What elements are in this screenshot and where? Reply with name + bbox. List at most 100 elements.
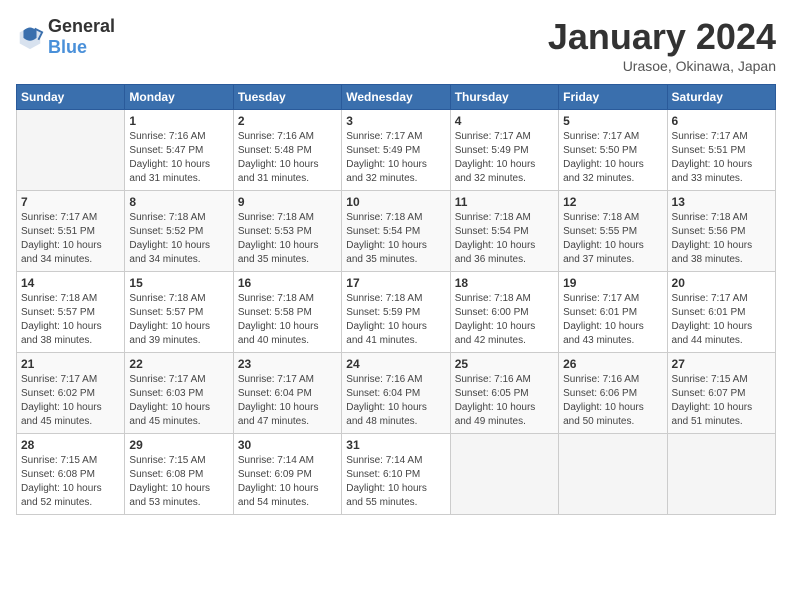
day-number: 27 xyxy=(672,357,771,371)
calendar-cell: 21 Sunrise: 7:17 AM Sunset: 6:02 PM Dayli… xyxy=(17,353,125,434)
day-number: 13 xyxy=(672,195,771,209)
day-number: 10 xyxy=(346,195,445,209)
day-info: Sunrise: 7:16 AM Sunset: 6:05 PM Dayligh… xyxy=(455,373,554,429)
title-block: January 2024 Urasoe, Okinawa, Japan xyxy=(548,16,776,74)
calendar-cell: 16 Sunrise: 7:18 AM Sunset: 5:58 PM Dayli… xyxy=(233,272,341,353)
calendar-cell: 20Sunrise: 7:17 AM Sunset: 6:01 PM Dayli… xyxy=(667,272,775,353)
calendar-cell: 5Sunrise: 7:17 AM Sunset: 5:50 PM Daylig… xyxy=(559,110,667,191)
week-row-1: 1 Sunrise: 7:16 AM Sunset: 5:47 PM Daylig… xyxy=(17,110,776,191)
calendar-cell: 29 Sunrise: 7:15 AM Sunset: 6:08 PM Dayli… xyxy=(125,434,233,515)
day-info: Sunrise: 7:17 AM Sunset: 5:49 PM Dayligh… xyxy=(346,130,445,186)
calendar-cell: 18Sunrise: 7:18 AM Sunset: 6:00 PM Dayli… xyxy=(450,272,558,353)
calendar-cell xyxy=(559,434,667,515)
logo-text: General Blue xyxy=(48,16,115,58)
day-number: 19 xyxy=(563,276,662,290)
week-row-3: 14Sunrise: 7:18 AM Sunset: 5:57 PM Dayli… xyxy=(17,272,776,353)
day-info: Sunrise: 7:16 AM Sunset: 5:48 PM Dayligh… xyxy=(238,130,337,186)
calendar-header: SundayMondayTuesdayWednesdayThursdayFrid… xyxy=(17,85,776,110)
day-number: 20 xyxy=(672,276,771,290)
day-info: Sunrise: 7:15 AM Sunset: 6:08 PM Dayligh… xyxy=(129,454,228,510)
day-info: Sunrise: 7:14 AM Sunset: 6:10 PM Dayligh… xyxy=(346,454,445,510)
day-info: Sunrise: 7:18 AM Sunset: 5:56 PM Dayligh… xyxy=(672,211,771,267)
calendar-cell: 9Sunrise: 7:18 AM Sunset: 5:53 PM Daylig… xyxy=(233,191,341,272)
calendar-cell: 28 Sunrise: 7:15 AM Sunset: 6:08 PM Dayli… xyxy=(17,434,125,515)
day-info: Sunrise: 7:14 AM Sunset: 6:09 PM Dayligh… xyxy=(238,454,337,510)
calendar-body: 1 Sunrise: 7:16 AM Sunset: 5:47 PM Daylig… xyxy=(17,110,776,515)
calendar-cell: 31Sunrise: 7:14 AM Sunset: 6:10 PM Dayli… xyxy=(342,434,450,515)
calendar-cell: 1 Sunrise: 7:16 AM Sunset: 5:47 PM Daylig… xyxy=(125,110,233,191)
calendar-cell: 11Sunrise: 7:18 AM Sunset: 5:54 PM Dayli… xyxy=(450,191,558,272)
day-info: Sunrise: 7:17 AM Sunset: 6:02 PM Dayligh… xyxy=(21,373,120,429)
weekday-header-wednesday: Wednesday xyxy=(342,85,450,110)
calendar-cell: 26Sunrise: 7:16 AM Sunset: 6:06 PM Dayli… xyxy=(559,353,667,434)
day-number: 16 xyxy=(238,276,337,290)
calendar-cell: 10Sunrise: 7:18 AM Sunset: 5:54 PM Dayli… xyxy=(342,191,450,272)
weekday-header-thursday: Thursday xyxy=(450,85,558,110)
day-info: Sunrise: 7:17 AM Sunset: 6:03 PM Dayligh… xyxy=(129,373,228,429)
calendar-cell: 17 Sunrise: 7:18 AM Sunset: 5:59 PM Dayli… xyxy=(342,272,450,353)
day-info: Sunrise: 7:18 AM Sunset: 5:58 PM Dayligh… xyxy=(238,292,337,348)
day-info: Sunrise: 7:18 AM Sunset: 5:57 PM Dayligh… xyxy=(21,292,120,348)
day-number: 30 xyxy=(238,438,337,452)
day-number: 23 xyxy=(238,357,337,371)
weekday-header-saturday: Saturday xyxy=(667,85,775,110)
day-number: 1 xyxy=(129,114,228,128)
calendar-cell: 30 Sunrise: 7:14 AM Sunset: 6:09 PM Dayli… xyxy=(233,434,341,515)
calendar-subtitle: Urasoe, Okinawa, Japan xyxy=(548,58,776,74)
calendar-title: January 2024 xyxy=(548,16,776,58)
calendar-cell: 14Sunrise: 7:18 AM Sunset: 5:57 PM Dayli… xyxy=(17,272,125,353)
day-number: 29 xyxy=(129,438,228,452)
day-info: Sunrise: 7:18 AM Sunset: 5:55 PM Dayligh… xyxy=(563,211,662,267)
day-info: Sunrise: 7:18 AM Sunset: 5:59 PM Dayligh… xyxy=(346,292,445,348)
day-number: 8 xyxy=(129,195,228,209)
day-number: 21 xyxy=(21,357,120,371)
calendar-cell: 25 Sunrise: 7:16 AM Sunset: 6:05 PM Dayli… xyxy=(450,353,558,434)
day-number: 17 xyxy=(346,276,445,290)
calendar-cell: 8 Sunrise: 7:18 AM Sunset: 5:52 PM Daylig… xyxy=(125,191,233,272)
calendar-cell: 13 Sunrise: 7:18 AM Sunset: 5:56 PM Dayli… xyxy=(667,191,775,272)
page-header: General Blue January 2024 Urasoe, Okinaw… xyxy=(16,16,776,74)
calendar-cell: 12 Sunrise: 7:18 AM Sunset: 5:55 PM Dayli… xyxy=(559,191,667,272)
calendar-cell: 15Sunrise: 7:18 AM Sunset: 5:57 PM Dayli… xyxy=(125,272,233,353)
day-number: 2 xyxy=(238,114,337,128)
day-number: 26 xyxy=(563,357,662,371)
weekday-header-friday: Friday xyxy=(559,85,667,110)
weekday-header-monday: Monday xyxy=(125,85,233,110)
day-number: 15 xyxy=(129,276,228,290)
logo: General Blue xyxy=(16,16,115,58)
weekday-header-sunday: Sunday xyxy=(17,85,125,110)
day-number: 5 xyxy=(563,114,662,128)
logo-blue: Blue xyxy=(48,37,87,57)
day-info: Sunrise: 7:17 AM Sunset: 5:51 PM Dayligh… xyxy=(672,130,771,186)
day-number: 18 xyxy=(455,276,554,290)
day-number: 12 xyxy=(563,195,662,209)
calendar-cell: 7 Sunrise: 7:17 AM Sunset: 5:51 PM Daylig… xyxy=(17,191,125,272)
day-info: Sunrise: 7:15 AM Sunset: 6:07 PM Dayligh… xyxy=(672,373,771,429)
day-number: 24 xyxy=(346,357,445,371)
day-info: Sunrise: 7:18 AM Sunset: 5:53 PM Dayligh… xyxy=(238,211,337,267)
day-info: Sunrise: 7:15 AM Sunset: 6:08 PM Dayligh… xyxy=(21,454,120,510)
day-number: 7 xyxy=(21,195,120,209)
day-number: 3 xyxy=(346,114,445,128)
day-number: 28 xyxy=(21,438,120,452)
week-row-2: 7 Sunrise: 7:17 AM Sunset: 5:51 PM Daylig… xyxy=(17,191,776,272)
day-info: Sunrise: 7:17 AM Sunset: 5:51 PM Dayligh… xyxy=(21,211,120,267)
day-info: Sunrise: 7:17 AM Sunset: 6:01 PM Dayligh… xyxy=(563,292,662,348)
day-number: 22 xyxy=(129,357,228,371)
day-info: Sunrise: 7:16 AM Sunset: 6:04 PM Dayligh… xyxy=(346,373,445,429)
weekday-header-row: SundayMondayTuesdayWednesdayThursdayFrid… xyxy=(17,85,776,110)
calendar-cell: 2 Sunrise: 7:16 AM Sunset: 5:48 PM Daylig… xyxy=(233,110,341,191)
calendar-cell: 4Sunrise: 7:17 AM Sunset: 5:49 PM Daylig… xyxy=(450,110,558,191)
calendar-cell: 6Sunrise: 7:17 AM Sunset: 5:51 PM Daylig… xyxy=(667,110,775,191)
day-info: Sunrise: 7:18 AM Sunset: 5:52 PM Dayligh… xyxy=(129,211,228,267)
calendar-cell: 23 Sunrise: 7:17 AM Sunset: 6:04 PM Dayli… xyxy=(233,353,341,434)
day-info: Sunrise: 7:16 AM Sunset: 5:47 PM Dayligh… xyxy=(129,130,228,186)
logo-icon xyxy=(16,23,44,51)
calendar-cell xyxy=(450,434,558,515)
day-info: Sunrise: 7:17 AM Sunset: 5:49 PM Dayligh… xyxy=(455,130,554,186)
calendar-cell: 22 Sunrise: 7:17 AM Sunset: 6:03 PM Dayli… xyxy=(125,353,233,434)
day-info: Sunrise: 7:17 AM Sunset: 6:04 PM Dayligh… xyxy=(238,373,337,429)
calendar-cell: 24 Sunrise: 7:16 AM Sunset: 6:04 PM Dayli… xyxy=(342,353,450,434)
day-number: 25 xyxy=(455,357,554,371)
calendar-cell: 27 Sunrise: 7:15 AM Sunset: 6:07 PM Dayli… xyxy=(667,353,775,434)
